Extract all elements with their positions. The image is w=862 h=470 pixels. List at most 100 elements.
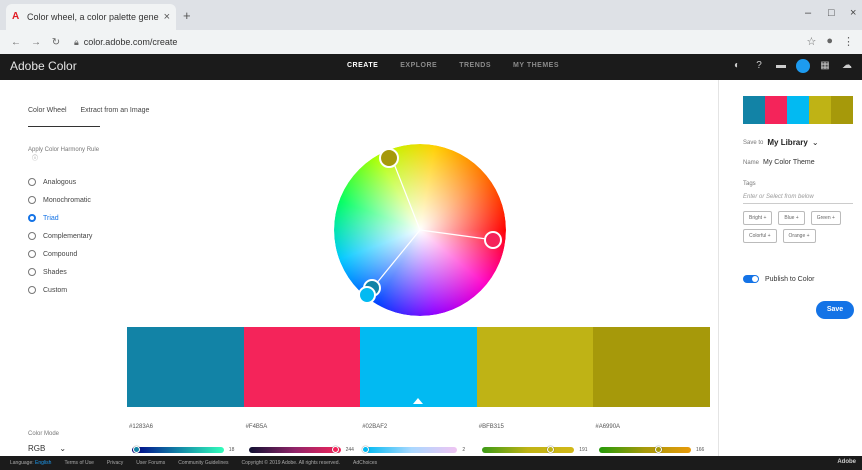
nav-my-themes[interactable]: MY THEMES (513, 62, 559, 69)
slider-value: 166 (695, 447, 705, 453)
chat-icon[interactable]: ▬ (774, 59, 788, 73)
slider-knob[interactable] (361, 446, 369, 453)
browser-tab[interactable]: A Color wheel, a color palette gene × (6, 4, 176, 30)
slider[interactable]: 2 (361, 446, 477, 453)
toggle-switch[interactable] (743, 275, 759, 283)
publish-label: Publish to Color (765, 275, 815, 283)
footer-link[interactable]: Privacy (107, 460, 123, 466)
swatch[interactable] (593, 327, 710, 407)
rule-custom[interactable]: Custom (28, 281, 92, 299)
slider-value: 18 (228, 447, 235, 453)
swatch[interactable] (476, 327, 594, 407)
swatch[interactable] (243, 327, 361, 407)
info-icon[interactable]: ⓘ (32, 156, 38, 162)
tag-suggestions: Bright + Blue + Green + Colorful + Orang… (743, 211, 853, 243)
save-to-select[interactable]: Save to My Library ⌄ (743, 138, 819, 147)
slider[interactable]: 166 (599, 446, 710, 453)
publish-toggle[interactable]: Publish to Color (743, 275, 814, 283)
swatch-row (127, 327, 710, 407)
footer-link[interactable]: Terms of Use (64, 460, 93, 466)
slider-knob[interactable] (132, 446, 140, 453)
cloud-icon[interactable]: ☁ (840, 59, 854, 73)
tab-extract-from-image[interactable]: Extract from an Image (81, 107, 150, 114)
slider-knob[interactable] (547, 446, 555, 453)
back-icon[interactable]: ← (8, 37, 24, 48)
mode-tabs: Color Wheel Extract from an Image (28, 107, 149, 114)
rule-shades[interactable]: Shades (28, 263, 92, 281)
rule-complementary[interactable]: Complementary (28, 227, 92, 245)
rule-analogous[interactable]: Analogous (28, 173, 92, 191)
tags-input[interactable]: Enter or Select from below (743, 194, 853, 204)
close-tab-icon[interactable]: × (164, 11, 170, 23)
forward-icon[interactable]: → (28, 37, 44, 48)
tag-chip[interactable]: Green + (810, 211, 841, 225)
rule-compound[interactable]: Compound (28, 245, 92, 263)
slider[interactable]: 244 (248, 446, 360, 453)
maximize-icon[interactable]: □ (828, 7, 835, 19)
nav-create[interactable]: CREATE (347, 62, 378, 69)
language-link[interactable]: English (35, 460, 51, 466)
tag-chip[interactable]: Orange + (782, 229, 816, 243)
footer-link[interactable]: User Forums (136, 460, 165, 466)
slider-track[interactable] (361, 446, 458, 453)
rule-triad[interactable]: Triad (28, 209, 92, 227)
footer-link[interactable]: Community Guidelines (178, 460, 228, 466)
color-wheel-graphic[interactable] (334, 128, 506, 316)
tag-chip[interactable]: Bright + (743, 211, 773, 225)
color-mode-select[interactable]: RGB ⌄ (28, 444, 66, 453)
reload-icon[interactable]: ↻ (48, 37, 64, 48)
apps-grid-icon[interactable]: ▦ (818, 59, 832, 73)
adchoices-link[interactable]: AdChoices (353, 460, 377, 466)
radio-icon (28, 178, 36, 186)
swatch[interactable] (127, 327, 244, 407)
tag-chip[interactable]: Blue + (778, 211, 805, 225)
color-wheel[interactable] (334, 128, 506, 316)
new-tab-button[interactable]: + (183, 8, 191, 23)
wheel-handle-base[interactable] (358, 286, 376, 304)
slider-track[interactable] (248, 446, 341, 453)
slider-knob[interactable] (654, 446, 662, 453)
slider[interactable]: 191 (482, 446, 593, 453)
hex-code[interactable]: #F4B5A (244, 424, 361, 430)
slider-knob[interactable] (332, 446, 339, 453)
slider[interactable]: 18 (132, 446, 243, 453)
close-window-icon[interactable]: × (850, 7, 856, 19)
tag-chip[interactable]: Colorful + (743, 229, 777, 243)
chevron-down-icon: ⌄ (59, 444, 67, 453)
theme-name-field[interactable]: Name My Color Theme (743, 159, 815, 166)
menu-dots-icon[interactable]: ⋮ (843, 35, 854, 48)
url-field[interactable]: 🔒︎ color.adobe.com/create (74, 37, 177, 48)
bookmark-star-icon[interactable]: ☆ (806, 35, 816, 48)
swatch-selected[interactable] (360, 327, 477, 407)
avatar[interactable] (796, 59, 810, 73)
hex-code[interactable]: #02BAF2 (360, 424, 477, 430)
adobe-logo[interactable]: Adobe (837, 459, 856, 465)
adobe-icon: A (12, 11, 20, 22)
slider-track[interactable] (599, 446, 691, 453)
radio-selected-icon (28, 214, 36, 222)
main-nav: CREATE EXPLORE TRENDS MY THEMES (347, 62, 559, 69)
language-label-text: Language: (10, 460, 34, 466)
slider-track[interactable] (482, 446, 575, 453)
slider-track[interactable] (132, 446, 224, 453)
save-button[interactable]: Save (816, 301, 854, 319)
browser-tab-bar: A Color wheel, a color palette gene × + … (0, 0, 862, 30)
hex-code[interactable]: #1283A6 (127, 424, 244, 430)
theme-toggle-icon[interactable]: ◐ (730, 59, 744, 73)
nav-trends[interactable]: TRENDS (459, 62, 491, 69)
rule-monochromatic[interactable]: Monochromatic (28, 191, 92, 209)
app-brand[interactable]: Adobe Color (10, 59, 77, 73)
library-value: My Library (767, 138, 808, 147)
minimize-icon[interactable]: – (805, 7, 811, 19)
hex-code[interactable]: #A6990A (593, 424, 710, 430)
preview-swatch (765, 96, 787, 124)
wheel-handle[interactable] (484, 231, 502, 249)
wheel-handle[interactable] (379, 148, 399, 168)
nav-explore[interactable]: EXPLORE (400, 62, 437, 69)
hex-code[interactable]: #BFB315 (477, 424, 594, 430)
tab-color-wheel[interactable]: Color Wheel (28, 107, 67, 114)
rule-label: Shades (43, 268, 67, 276)
help-icon[interactable]: ? (752, 59, 766, 73)
harmony-label-text: Apply Color Harmony Rule (28, 147, 100, 153)
extension-icon[interactable]: ● (826, 35, 833, 48)
